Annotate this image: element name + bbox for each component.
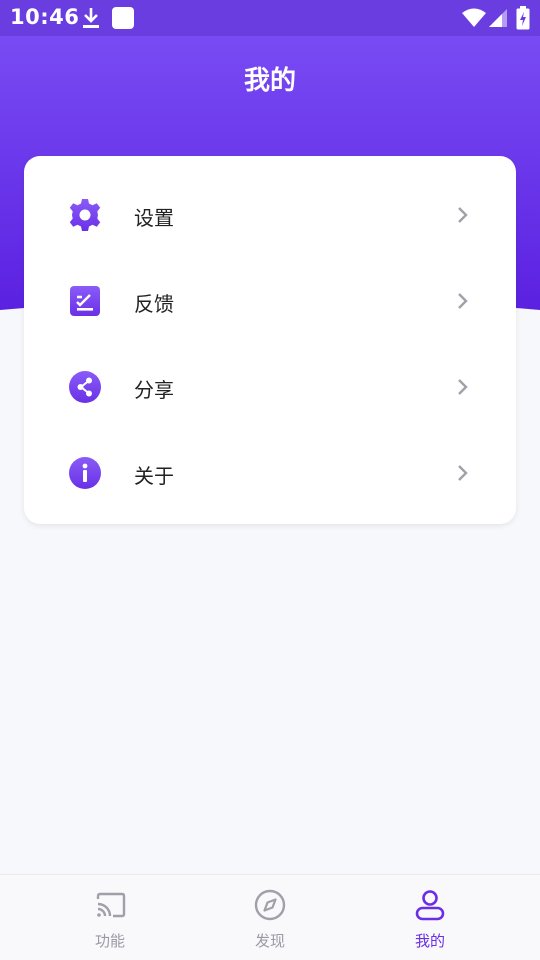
- bottom-nav: 功能 发现 我的: [0, 874, 540, 960]
- user-icon: [415, 890, 445, 921]
- tab-label: 发现: [254, 932, 285, 950]
- info-icon: [69, 457, 101, 489]
- menu-item-label: 设置: [134, 206, 174, 230]
- cast-icon: [96, 892, 126, 918]
- chevron-right-icon: [458, 379, 468, 395]
- menu-item-about[interactable]: 关于: [24, 430, 516, 516]
- tab-label: 我的: [414, 932, 445, 950]
- tab-mine[interactable]: 我的: [340, 875, 520, 960]
- battery-charging-icon: [516, 6, 530, 30]
- compass-icon: [254, 889, 286, 921]
- feedback-icon: [70, 286, 100, 316]
- status-time: 10:46: [10, 5, 80, 29]
- tab-functions[interactable]: 功能: [20, 875, 200, 960]
- page-title: 我的: [243, 66, 296, 96]
- tab-discover[interactable]: 发现: [180, 875, 360, 960]
- menu-item-label: 关于: [134, 464, 174, 488]
- download-icon: [83, 8, 99, 28]
- menu-card: 设置 反馈 分享 关于: [24, 156, 516, 524]
- tab-label: 功能: [94, 932, 125, 950]
- chevron-right-icon: [458, 207, 468, 223]
- menu-item-feedback[interactable]: 反馈: [24, 258, 516, 344]
- chevron-right-icon: [458, 293, 468, 309]
- menu-item-label: 分享: [134, 378, 174, 402]
- gear-icon: [69, 199, 101, 231]
- share-icon: [69, 371, 101, 403]
- menu-item-label: 反馈: [134, 292, 174, 316]
- status-bar: 10:46: [0, 0, 540, 36]
- app-notification-icon: [112, 7, 134, 29]
- menu-item-settings[interactable]: 设置: [24, 172, 516, 258]
- chevron-right-icon: [458, 465, 468, 481]
- wifi-icon: [462, 8, 486, 27]
- menu-item-share[interactable]: 分享: [24, 344, 516, 430]
- signal-icon: [489, 9, 507, 27]
